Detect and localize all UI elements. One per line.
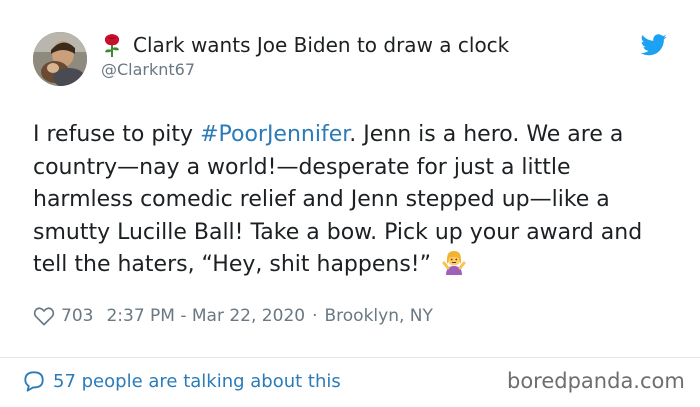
speech-bubble-icon (24, 371, 44, 392)
tweet-card: Clark wants Joe Biden to draw a clock @C… (0, 0, 700, 407)
display-name-text: Clark wants Joe Biden to draw a clock (133, 33, 510, 57)
avatar[interactable] (33, 32, 87, 86)
tweet-location[interactable]: Brooklyn, NY (324, 306, 432, 326)
conversation-link[interactable]: 57 people are talking about this (23, 370, 341, 392)
like-count[interactable]: 703 (61, 306, 93, 326)
divider (0, 357, 700, 358)
tweet-text: I refuse to pity #PoorJennifer. Jenn is … (33, 119, 673, 282)
tweet-text-start: I refuse to pity (33, 122, 201, 147)
meta-separator: · (312, 306, 318, 326)
twitter-bird-icon[interactable] (641, 34, 667, 56)
tweet-timestamp[interactable]: 2:37 PM - Mar 22, 2020 (106, 306, 305, 326)
user-handle[interactable]: @Clarknt67 (101, 60, 195, 79)
tweet-meta: 703 2:37 PM - Mar 22, 2020 · Brooklyn, N… (33, 306, 433, 326)
conversation-text: 57 people are talking about this (53, 370, 341, 392)
display-name[interactable]: Clark wants Joe Biden to draw a clock (101, 32, 509, 58)
rose-icon (104, 34, 120, 57)
heart-icon[interactable] (33, 306, 55, 326)
source-watermark: boredpanda.com (507, 369, 685, 393)
hashtag-link[interactable]: #PoorJennifer (200, 122, 349, 147)
avatar-image (33, 32, 87, 86)
person-shrugging-emoji-icon (442, 251, 466, 275)
